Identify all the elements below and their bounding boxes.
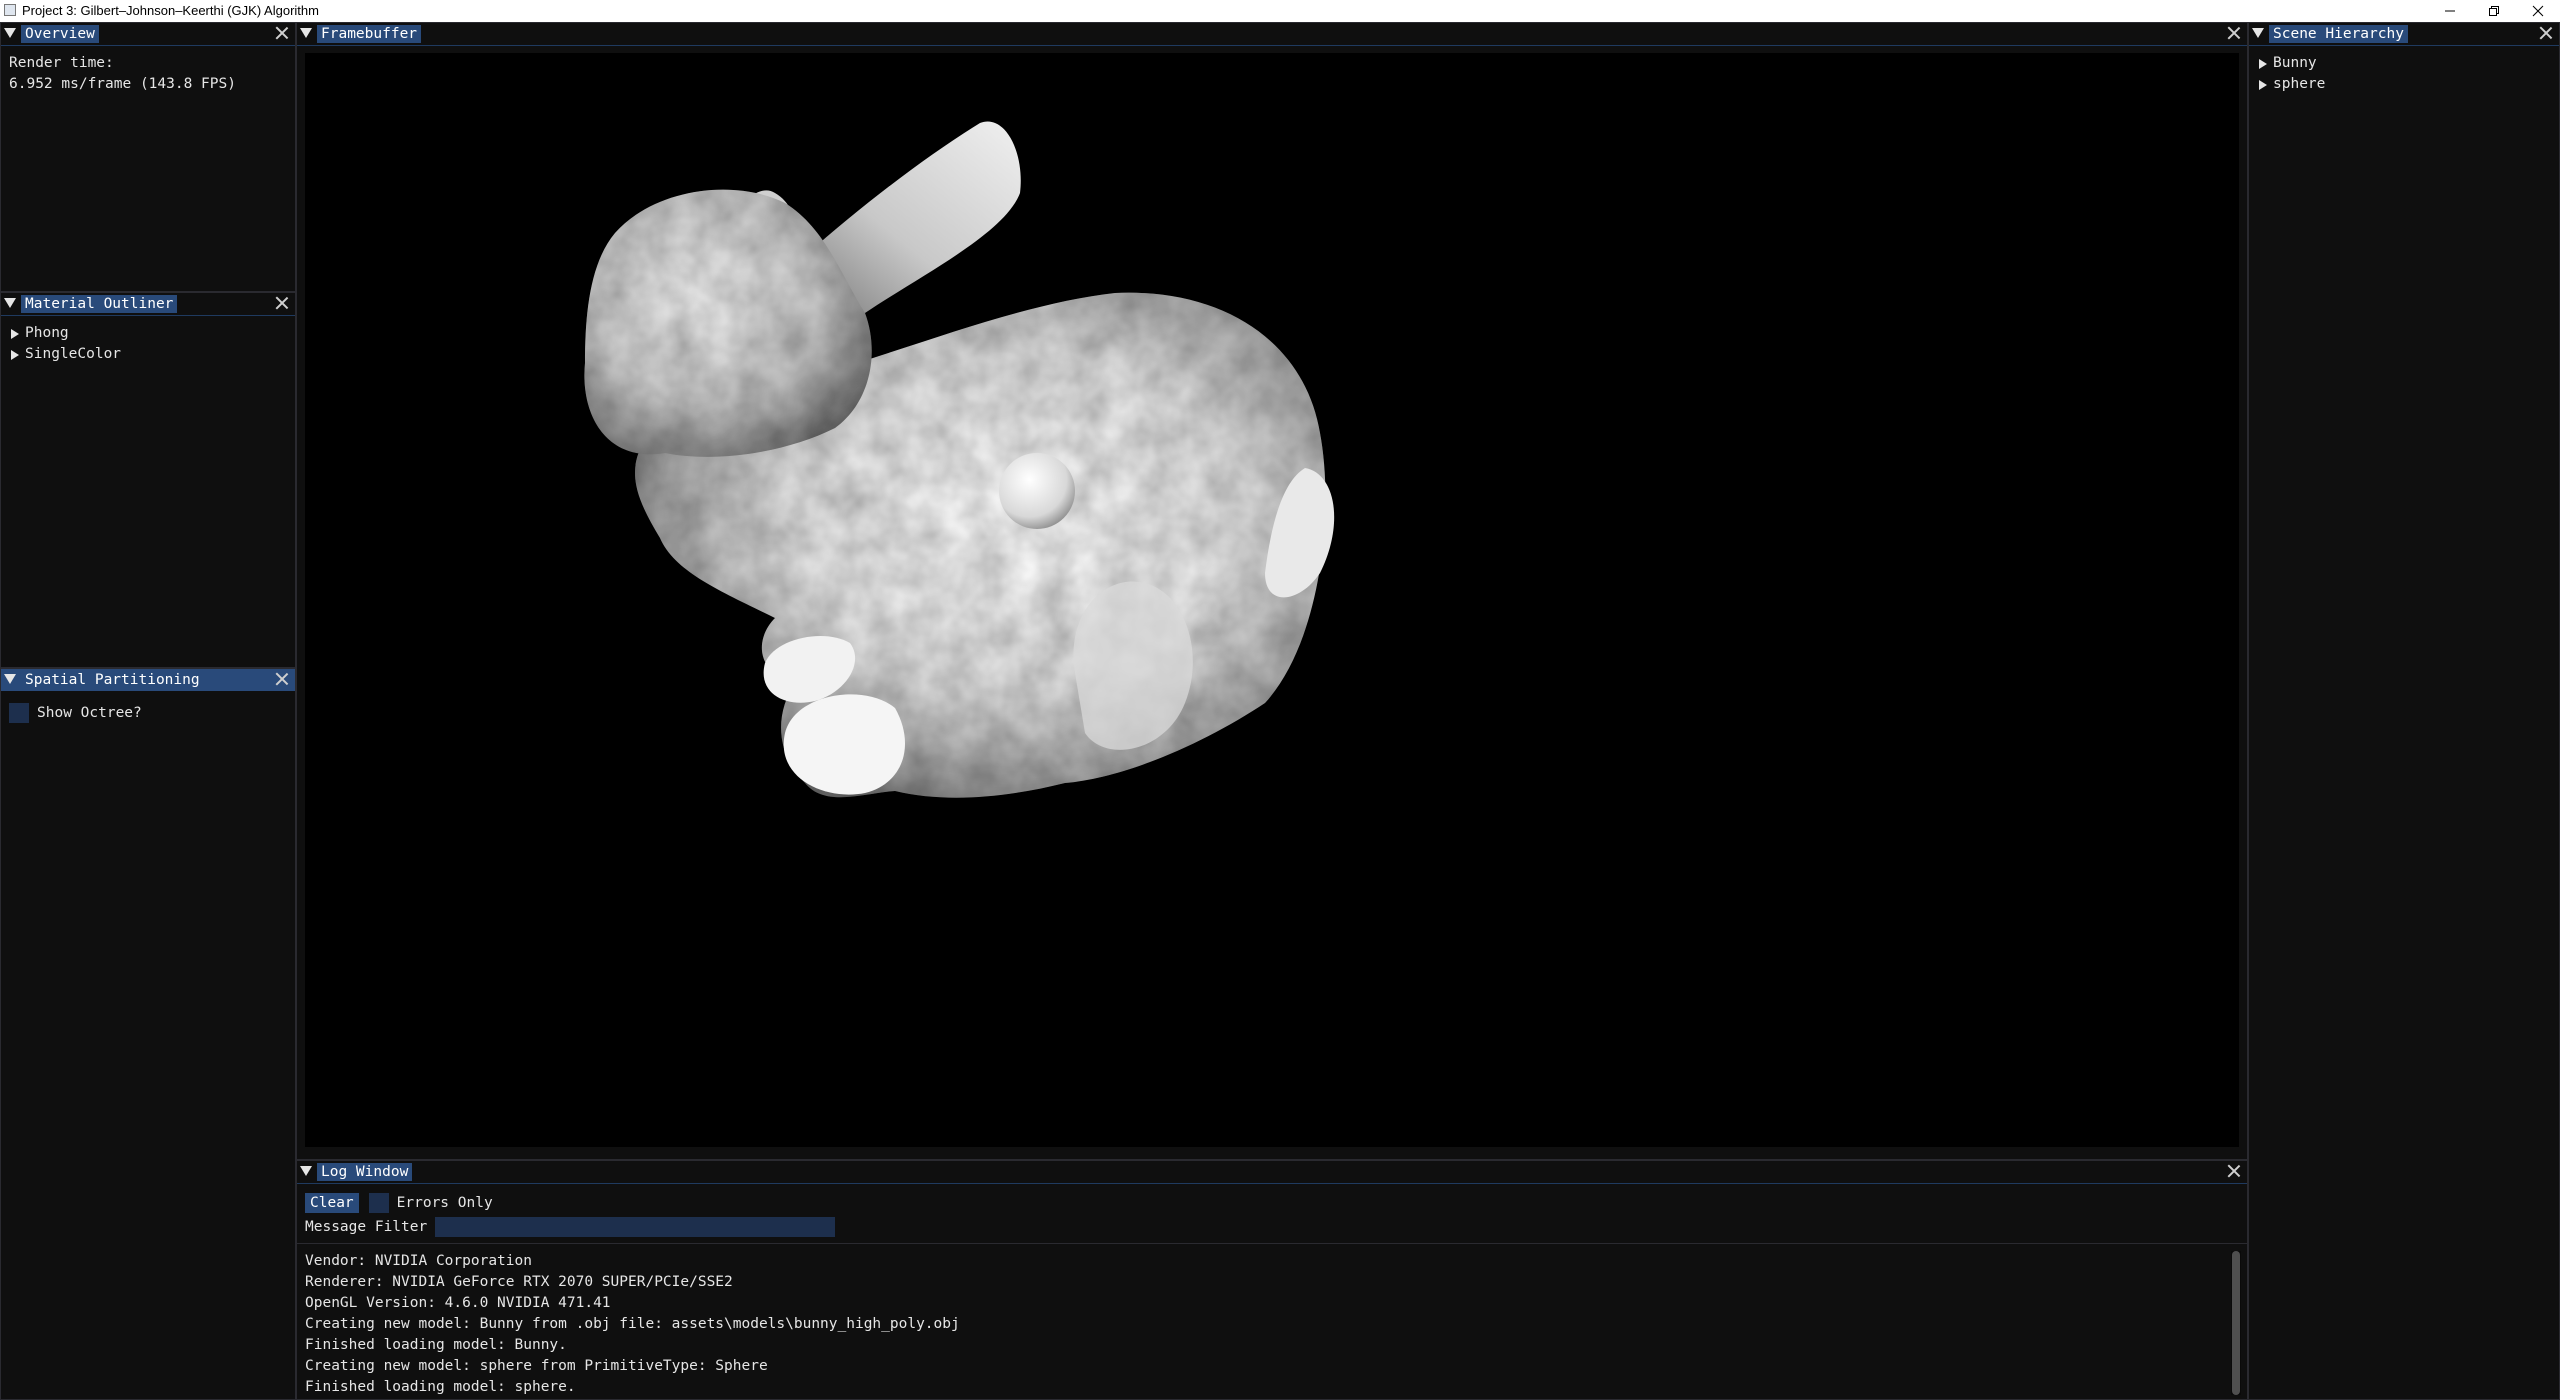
collapse-arrow-icon[interactable] bbox=[2252, 28, 2264, 38]
expand-arrow-icon[interactable] bbox=[11, 329, 19, 339]
expand-arrow-icon[interactable] bbox=[2259, 80, 2267, 90]
overview-tab[interactable]: Overview bbox=[21, 25, 99, 43]
log-line: Creating new model: sphere from Primitiv… bbox=[305, 1358, 768, 1374]
restore-icon bbox=[2489, 6, 2499, 16]
overview-body: Render time: 6.952 ms/frame (143.8 FPS) bbox=[9, 53, 287, 291]
window-title: Project 3: Gilbert–Johnson–Keerthi (GJK)… bbox=[22, 3, 319, 18]
collapse-arrow-icon[interactable] bbox=[4, 298, 16, 308]
log-line: OpenGL Version: 4.6.0 NVIDIA 471.41 bbox=[305, 1295, 611, 1311]
scene-hierarchy-body: Bunny sphere bbox=[2249, 53, 2551, 1399]
spatial-partitioning-tab[interactable]: Spatial Partitioning bbox=[21, 671, 204, 689]
bunny-render bbox=[584, 121, 1335, 798]
close-icon[interactable] bbox=[2227, 1164, 2241, 1178]
window-title-bar: Project 3: Gilbert–Johnson–Keerthi (GJK)… bbox=[0, 0, 2560, 22]
log-line: Finished loading model: sphere. bbox=[305, 1379, 576, 1395]
scene-item-bunny[interactable]: Bunny bbox=[2249, 53, 2551, 74]
close-icon[interactable] bbox=[2539, 26, 2553, 40]
framebuffer-tab[interactable]: Framebuffer bbox=[317, 25, 422, 43]
minimize-button[interactable] bbox=[2428, 0, 2472, 22]
close-icon[interactable] bbox=[275, 672, 289, 686]
log-window-header: Log Window bbox=[297, 1161, 2247, 1184]
material-item-phong[interactable]: Phong bbox=[1, 323, 287, 344]
render-time-value: 6.952 ms/frame (143.8 FPS) bbox=[9, 76, 236, 92]
collapse-arrow-icon[interactable] bbox=[300, 1166, 312, 1176]
errors-only-checkbox[interactable] bbox=[368, 1193, 389, 1213]
message-filter-input[interactable] bbox=[435, 1217, 836, 1237]
log-line: Renderer: NVIDIA GeForce RTX 2070 SUPER/… bbox=[305, 1274, 733, 1290]
expand-arrow-icon[interactable] bbox=[2259, 59, 2267, 69]
material-outliner-tab[interactable]: Material Outliner bbox=[21, 295, 178, 313]
show-octree-label: Show Octree? bbox=[37, 704, 142, 721]
log-divider bbox=[297, 1243, 2247, 1244]
log-window-panel: Log Window Clear Errors Only Message Fil… bbox=[296, 1160, 2248, 1400]
scene-item-label: sphere bbox=[2273, 76, 2326, 92]
material-outliner-body: Phong SingleColor bbox=[1, 323, 287, 667]
message-filter-label: Message Filter bbox=[305, 1219, 428, 1235]
material-item-label: Phong bbox=[25, 325, 69, 341]
material-item-singlecolor[interactable]: SingleColor bbox=[1, 344, 287, 365]
log-output: Vendor: NVIDIA Corporation Renderer: NVI… bbox=[305, 1251, 2217, 1399]
scene-item-label: Bunny bbox=[2273, 55, 2317, 71]
show-octree-checkbox[interactable] bbox=[9, 703, 29, 723]
collapse-arrow-icon[interactable] bbox=[300, 28, 312, 38]
material-outliner-panel: Material Outliner Phong SingleColor bbox=[0, 292, 296, 668]
log-window-tab[interactable]: Log Window bbox=[317, 1163, 413, 1181]
log-line: Finished loading model: Bunny. bbox=[305, 1337, 567, 1353]
scene-hierarchy-header: Scene Hierarchy bbox=[2249, 23, 2559, 46]
errors-only-label: Errors Only bbox=[396, 1195, 493, 1211]
close-icon[interactable] bbox=[275, 296, 289, 310]
overview-panel: Overview Render time: 6.952 ms/frame (14… bbox=[0, 22, 296, 292]
close-icon bbox=[2532, 5, 2544, 17]
close-icon[interactable] bbox=[275, 26, 289, 40]
framebuffer-header: Framebuffer bbox=[297, 23, 2247, 46]
close-icon[interactable] bbox=[2227, 26, 2241, 40]
restore-button[interactable] bbox=[2472, 0, 2516, 22]
render-time-label: Render time: bbox=[9, 55, 114, 71]
collapse-arrow-icon[interactable] bbox=[4, 674, 16, 684]
log-line: Vendor: NVIDIA Corporation bbox=[305, 1253, 532, 1269]
log-line: Creating new model: Bunny from .obj file… bbox=[305, 1316, 960, 1332]
clear-button[interactable]: Clear bbox=[305, 1193, 359, 1213]
close-window-button[interactable] bbox=[2516, 0, 2560, 22]
message-filter-row: Message Filter bbox=[305, 1217, 836, 1237]
expand-arrow-icon[interactable] bbox=[11, 350, 19, 360]
overview-header: Overview bbox=[1, 23, 295, 46]
scene-hierarchy-tab[interactable]: Scene Hierarchy bbox=[2269, 25, 2408, 43]
minimize-icon bbox=[2445, 10, 2455, 12]
render-viewport[interactable] bbox=[305, 53, 2239, 1147]
log-scrollbar-thumb[interactable] bbox=[2232, 1251, 2240, 1395]
material-outliner-header: Material Outliner bbox=[1, 293, 295, 316]
scene-item-sphere[interactable]: sphere bbox=[2249, 74, 2551, 95]
collapse-arrow-icon[interactable] bbox=[4, 28, 16, 38]
show-octree-row[interactable]: Show Octree? bbox=[9, 701, 287, 725]
spatial-partitioning-panel: Spatial Partitioning Show Octree? bbox=[0, 668, 296, 1400]
spatial-partitioning-header: Spatial Partitioning bbox=[1, 669, 295, 691]
scene-hierarchy-panel: Scene Hierarchy Bunny sphere bbox=[2248, 22, 2560, 1400]
material-item-label: SingleColor bbox=[25, 346, 122, 362]
spatial-partitioning-body: Show Octree? bbox=[9, 701, 287, 1399]
app-icon bbox=[4, 4, 16, 16]
log-scrollbar[interactable] bbox=[2231, 1251, 2241, 1395]
framebuffer-panel: Framebuffer bbox=[296, 22, 2248, 1160]
